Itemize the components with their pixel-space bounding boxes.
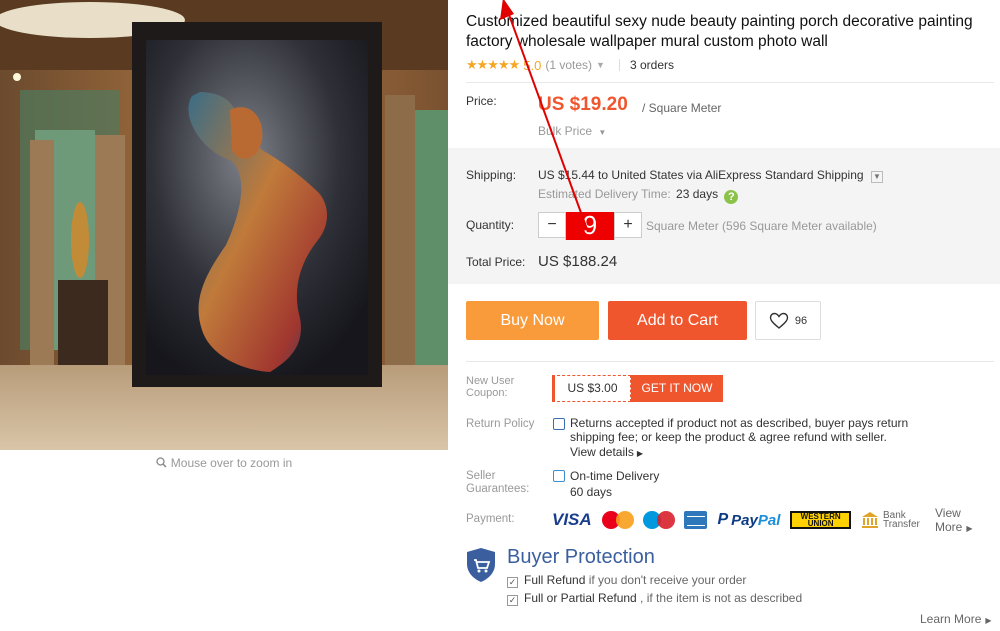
caret-down-icon: ▼ [598,128,607,137]
shipping-cost: US $15.44 [538,168,595,182]
divider [466,82,994,83]
shipping-destination: United States [611,168,684,182]
eta-value: 23 days [676,187,719,201]
caret-right-icon: ▶ [636,449,643,458]
payment-methods: VISA P Pay Pal WESTERN UNION Bank Transfer… [552,506,1000,534]
zoom-hint: Mouse over to zoom in [0,456,448,471]
shipping-to: to [594,168,612,182]
guarantee-on-time: On-time Delivery [570,469,660,483]
delivery-truck-icon [553,470,565,482]
product-photo [0,0,448,450]
price-unit: / Square Meter [642,101,722,115]
visa-logo: VISA [552,510,592,529]
wishlist-button[interactable]: 96 [755,301,821,340]
shipping-summary[interactable]: US $15.44 to United States via AliExpres… [538,168,883,183]
protection-item-text: if you don't receive your order [585,573,747,587]
return-policy-text: Returns accepted if product not as descr… [570,416,909,444]
paypal-pal: Pal [757,511,781,529]
view-more-link[interactable]: View More ▶ [935,506,1000,534]
orders-count: 3 orders [629,58,674,72]
price-label: Price: [466,94,497,108]
wishlist-count: 96 [794,314,808,327]
seller-guarantees-label: Seller Guarantees: [466,470,530,495]
shipping-label: Shipping: [466,168,517,182]
eta-label: Estimated Delivery Time: [538,187,671,201]
coupon-amount: US $3.00 [552,375,631,402]
quantity-label: Quantity: [466,218,515,232]
chevron-down-icon[interactable]: ▼ [596,60,605,70]
guarantee-days: 60 days [570,485,613,499]
get-coupon-button[interactable]: GET IT NOW [631,375,723,402]
paypal-pay: Pay [731,511,758,529]
learn-more-label: Learn More [920,612,982,626]
bank-transfer-logo: Bank Transfer [861,510,923,530]
quantity-decrease-button[interactable]: − [539,213,565,237]
total-price-label: Total Price: [466,255,526,269]
product-main-image[interactable] [0,0,448,450]
bank-icon [861,512,878,528]
checkbox-icon: ✓ [507,595,518,606]
shipping-via: via [683,168,705,182]
zoom-hint-text: Mouse over to zoom in [170,456,293,470]
return-policy-icon [553,418,565,430]
protection-item: ✓ Full or Partial Refund , if the item is… [507,591,802,606]
bulk-price-dropdown[interactable]: Bulk Price ▼ [538,124,606,138]
total-price-value: US $188.24 [538,253,618,270]
bank-transfer-label: Bank Transfer [882,510,920,530]
new-user-coupon[interactable]: US $3.00 GET IT NOW [552,375,723,402]
quantity-stepper[interactable]: − 9 + [538,212,642,240]
shipping-method: AliExpress Standard Shipping [704,168,864,182]
rating-row: ★★★★★ 5.0 (1 votes) ▼ 3 orders [466,56,674,74]
caret-right-icon: ▶ [966,524,973,533]
caret-right-icon: ▶ [985,616,992,625]
rating-score: 5.0 [523,57,542,73]
heart-icon [769,312,789,329]
magnifier-icon [156,457,167,471]
amex-logo [684,511,708,529]
maestro-logo [642,510,676,530]
paypal-logo: P Pay Pal [717,511,781,529]
product-title: Customized beautiful sexy nude beauty pa… [466,13,973,50]
price-value: US $19.20 [538,94,628,115]
divider [618,59,620,71]
western-union-logo: WESTERN UNION [790,511,851,529]
help-icon[interactable]: ? [724,190,739,204]
buyer-protection-shield-icon [467,548,495,582]
learn-more-link[interactable]: Learn More ▶ [920,612,992,626]
rating-stars-icon: ★★★★★ [466,57,520,72]
checkbox-icon: ✓ [507,577,518,588]
buy-now-button[interactable]: Buy Now [466,301,599,340]
view-more-label: View More [934,506,963,534]
quantity-input[interactable]: 9 [565,212,615,240]
chevron-down-icon[interactable]: ▼ [870,171,883,183]
protection-item: ✓ Full Refund if you don't receive your o… [507,573,746,588]
delivery-estimate: Estimated Delivery Time: 23 days ? [538,187,739,204]
votes-count[interactable]: (1 votes) [545,58,592,72]
protection-item-strong: Full or Partial Refund [524,591,637,605]
payment-label: Payment: [466,513,515,525]
buyer-protection-title: Buyer Protection [507,546,655,568]
view-details-label: View details [570,445,634,459]
protection-item-text: , if the item is not as described [636,591,803,605]
coupon-label: New User Coupon: [466,375,515,399]
bulk-price-label: Bulk Price [538,124,593,138]
quantity-increase-button[interactable]: + [615,213,641,237]
add-to-cart-button[interactable]: Add to Cart [608,301,747,340]
quantity-available: Square Meter (596 Square Meter available… [646,219,877,233]
return-policy-label: Return Policy [466,418,535,430]
view-details-link[interactable]: View details ▶ [570,445,643,459]
mastercard-logo [601,510,635,530]
protection-item-strong: Full Refund [524,573,586,587]
divider [466,361,994,362]
